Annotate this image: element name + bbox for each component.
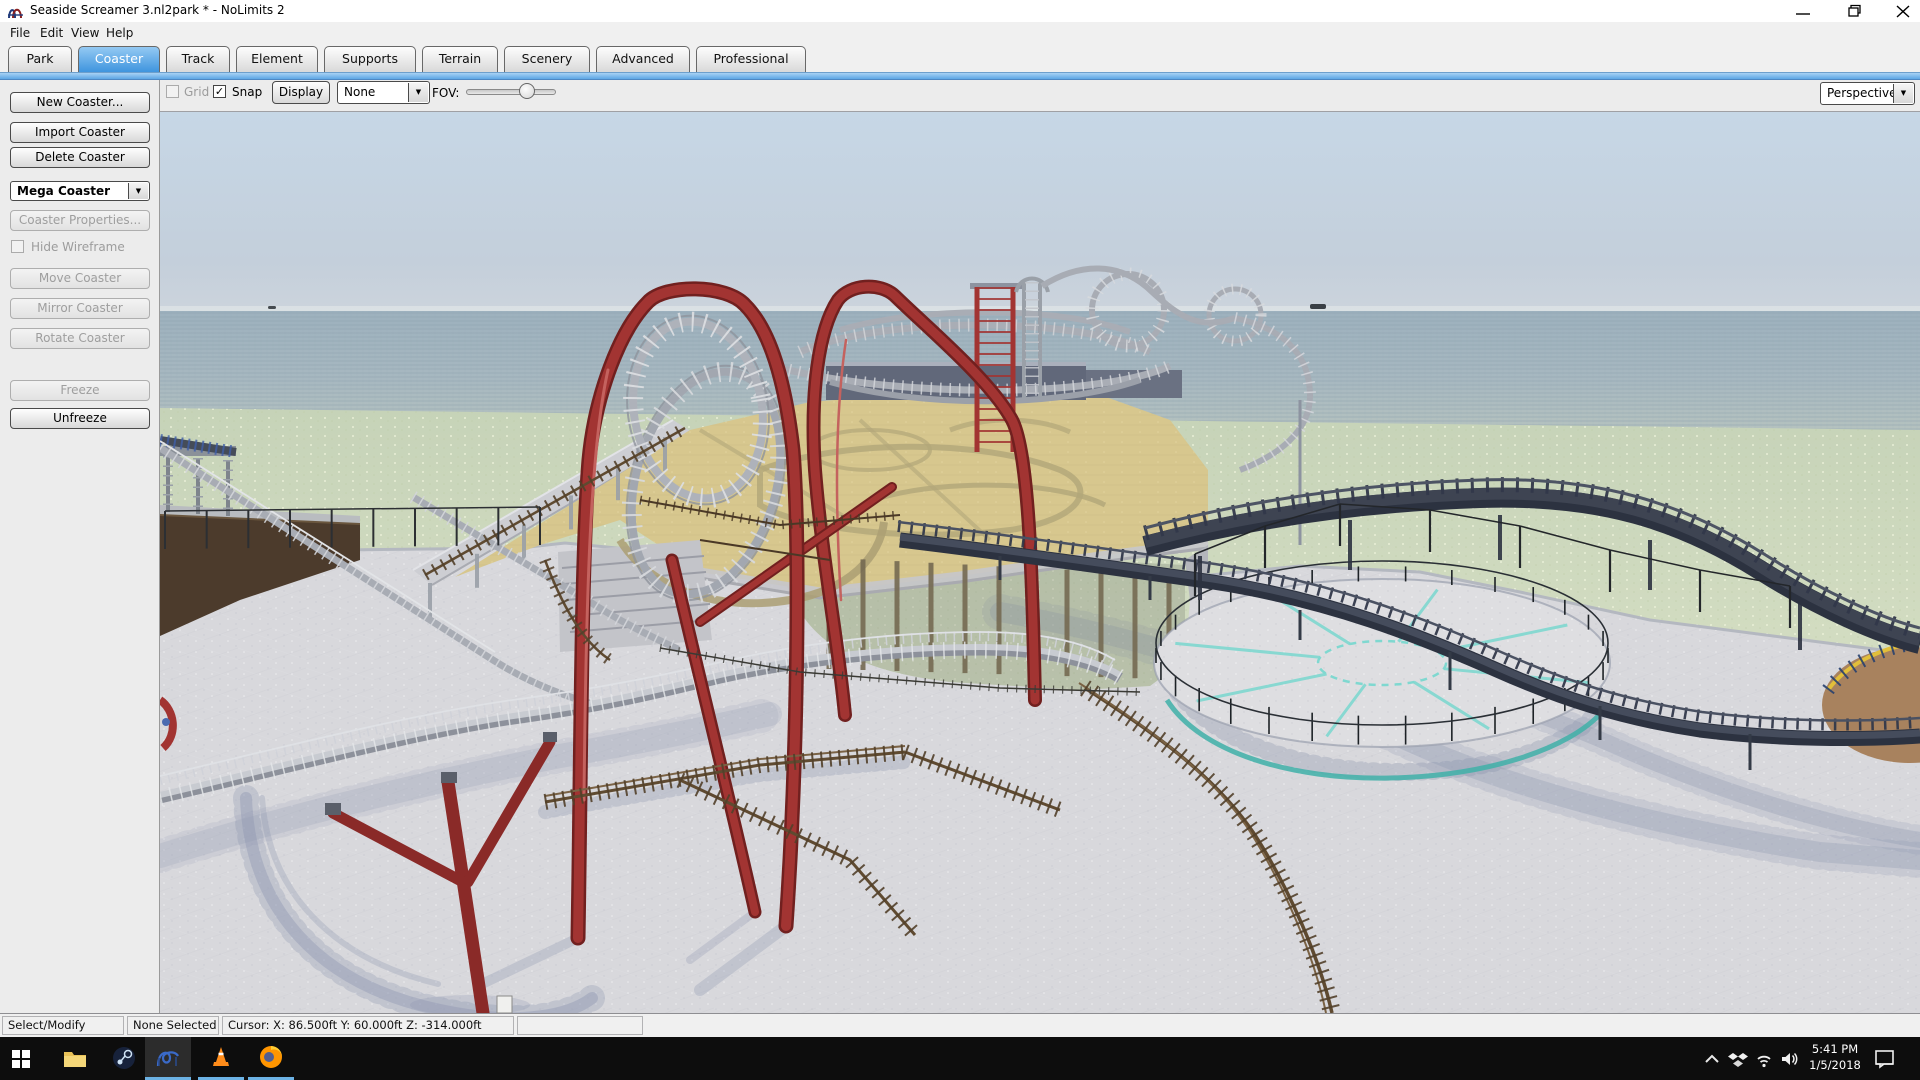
app-icon	[7, 3, 24, 20]
vlc-taskbar-button[interactable]	[198, 1037, 244, 1077]
taskbar-clock[interactable]: 5:41 PM 1/5/2018	[1805, 1041, 1865, 1073]
status-cursor: Cursor: X: 86.500ft Y: 60.000ft Z: -314.…	[222, 1016, 514, 1035]
unfreeze-button[interactable]: Unfreeze	[10, 408, 150, 429]
status-mode: Select/Modify	[2, 1016, 124, 1035]
window-title: Seaside Screamer 3.nl2park * - NoLimits …	[30, 3, 285, 17]
minimize-button[interactable]	[1788, 4, 1818, 19]
camera-mode-dropdown[interactable]: Perspective ▼	[1820, 82, 1915, 105]
volume-icon	[1782, 1053, 1797, 1065]
fov-slider-track[interactable]	[466, 89, 556, 95]
tray-chevron-icon	[1706, 1056, 1718, 1062]
clock-time: 5:41 PM	[1805, 1041, 1865, 1057]
snap-label: Snap	[232, 85, 262, 99]
start-button[interactable]	[10, 1048, 34, 1070]
hide-wireframe-label: Hide Wireframe	[31, 240, 125, 254]
grid-label: Grid	[184, 85, 209, 99]
tab-professional[interactable]: Professional	[696, 46, 806, 72]
move-coaster-button[interactable]: Move Coaster	[10, 268, 150, 289]
system-tray	[1700, 1047, 1805, 1071]
status-bar: Select/Modify None Selected Cursor: X: 8…	[0, 1013, 1920, 1037]
tab-bar: Park Coaster Track Element Supports Terr…	[0, 44, 1920, 72]
coaster-properties-button[interactable]: Coaster Properties...	[10, 210, 150, 231]
clock-date: 1/5/2018	[1805, 1057, 1865, 1073]
snap-checkbox[interactable]: ✓	[213, 85, 226, 98]
tab-coaster[interactable]: Coaster	[78, 46, 160, 72]
taskbar: 5:41 PM 1/5/2018	[0, 1037, 1920, 1080]
tab-advanced[interactable]: Advanced	[596, 46, 690, 72]
firefox-icon	[258, 1044, 284, 1070]
selected-tab-accent-strip	[0, 72, 1920, 80]
fov-label: FOV:	[432, 86, 459, 100]
display-mode-value: None	[344, 85, 375, 99]
toolbar: Grid ✓ Snap Display None ▼ FOV: Perspect…	[160, 80, 1920, 112]
grid-checkbox[interactable]	[166, 85, 179, 98]
freeze-button[interactable]: Freeze	[10, 380, 150, 401]
tab-element[interactable]: Element	[236, 46, 318, 72]
fov-slider-thumb[interactable]	[519, 83, 535, 99]
menu-bar: File Edit View Help	[0, 22, 1920, 44]
menu-help[interactable]: Help	[100, 25, 139, 41]
coaster-car-glimpse2	[162, 718, 170, 726]
chevron-down-icon[interactable]: ▼	[1893, 84, 1913, 103]
viewport-3d[interactable]	[160, 112, 1920, 1013]
display-mode-dropdown[interactable]: None ▼	[337, 81, 430, 104]
import-coaster-button[interactable]: Import Coaster	[10, 122, 150, 143]
close-button[interactable]	[1888, 4, 1918, 19]
small-sign	[497, 996, 512, 1013]
tab-track[interactable]: Track	[166, 46, 230, 72]
rotate-coaster-button[interactable]: Rotate Coaster	[10, 328, 150, 349]
new-coaster-button[interactable]: New Coaster...	[10, 92, 150, 113]
display-button[interactable]: Display	[272, 81, 330, 104]
ship-small	[268, 306, 276, 309]
ship	[1310, 304, 1326, 309]
tab-scenery[interactable]: Scenery	[504, 46, 590, 72]
tab-park[interactable]: Park	[8, 46, 72, 72]
dropbox-icon	[1728, 1053, 1748, 1067]
firefox-taskbar-button[interactable]	[248, 1037, 294, 1077]
coaster-type-value: Mega Coaster	[17, 184, 110, 198]
menu-file[interactable]: File	[4, 25, 36, 41]
restore-button[interactable]	[1838, 4, 1868, 19]
status-extra	[517, 1016, 643, 1035]
chevron-down-icon[interactable]: ▼	[128, 183, 148, 199]
coaster-type-dropdown[interactable]: Mega Coaster ▼	[10, 181, 150, 201]
action-center-icon[interactable]	[1872, 1048, 1898, 1070]
mirror-coaster-button[interactable]: Mirror Coaster	[10, 298, 150, 319]
coaster-3d-scene	[160, 112, 1920, 1013]
status-selection: None Selected	[127, 1016, 219, 1035]
coaster-sidebar: New Coaster... Import Coaster Delete Coa…	[0, 80, 160, 1013]
nolimits2-taskbar-button[interactable]	[145, 1037, 191, 1077]
hide-wireframe-checkbox[interactable]	[11, 240, 24, 253]
camera-mode-value: Perspective	[1827, 86, 1897, 100]
delete-coaster-button[interactable]: Delete Coaster	[10, 147, 150, 168]
tab-terrain[interactable]: Terrain	[422, 46, 498, 72]
title-bar: Seaside Screamer 3.nl2park * - NoLimits …	[0, 0, 1920, 22]
file-explorer-icon[interactable]	[62, 1046, 88, 1070]
nolimits2-icon	[155, 1044, 181, 1070]
steam-icon[interactable]	[111, 1046, 137, 1070]
tab-supports[interactable]: Supports	[324, 46, 416, 72]
chevron-down-icon[interactable]: ▼	[408, 83, 428, 102]
wifi-icon	[1758, 1057, 1770, 1067]
menu-edit[interactable]: Edit	[34, 25, 69, 41]
vlc-icon	[208, 1044, 234, 1070]
